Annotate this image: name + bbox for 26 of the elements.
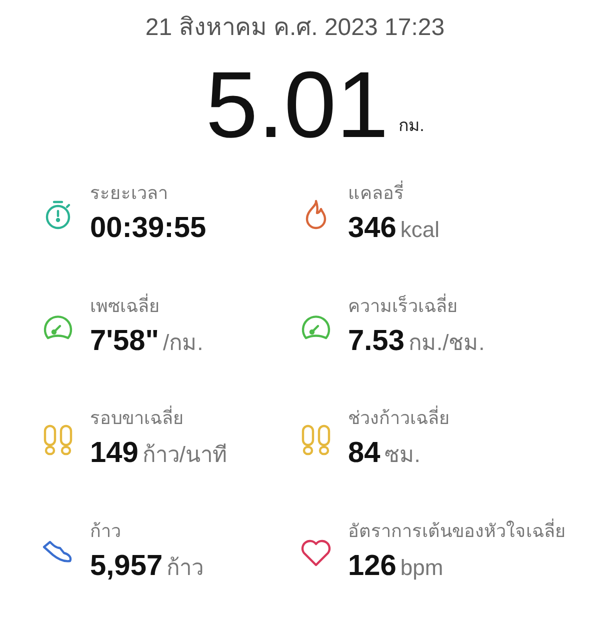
stat-value: 5,957 [90,548,163,584]
distance-value: 5.01 [206,51,389,159]
stat-label: ความเร็วเฉลี่ย [348,292,459,318]
stat-unit: ก้าว [166,554,204,582]
stat-label: อัตราการเต้นของหัวใจเฉลี่ย [348,518,566,542]
stat-value: 84 [348,436,380,471]
stat-label: ก้าว [90,520,122,542]
stat-value: 7.53 [348,324,404,358]
stat-unit: กม./ชม. [408,328,485,356]
stat-label: แคลอรี่ [348,180,440,207]
stat-unit: ก้าว/นาที [142,441,228,469]
distance-unit: กม. [398,114,424,136]
stat-value: 346 [348,211,396,246]
stat-unit: kcal [400,216,440,244]
stat-unit: ซม. [384,441,420,469]
stat-label: รอบขาเฉลี่ย [90,405,228,432]
stat-label: เพซเฉลี่ย [90,292,161,318]
stat-label: ช่วงก้าวเฉลี่ย [348,405,450,432]
stat-value: 7'58" [90,324,160,358]
stat-unit: /กม. [163,328,204,356]
stat-value: 00:39:55 [90,211,206,246]
stat-unit: bpm [400,554,444,582]
stat-value: 126 [348,548,396,584]
stat-label: ระยะเวลา [90,182,169,205]
stat-value: 149 [90,436,138,471]
workout-date: 21 สิงหาคม ค.ศ. 2023 17:23 [145,13,445,43]
